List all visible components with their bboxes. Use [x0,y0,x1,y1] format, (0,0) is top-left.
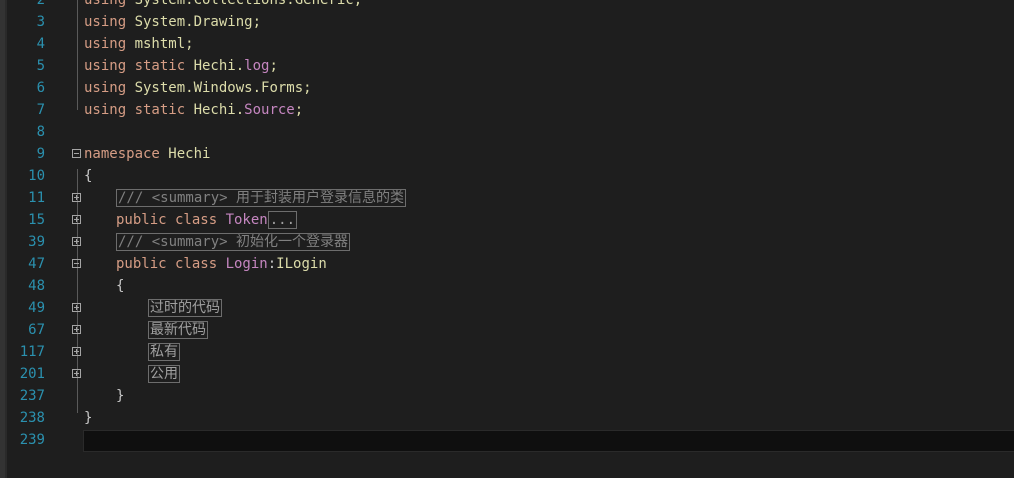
expand-icon[interactable] [72,369,81,378]
line-number: 239 [19,432,45,448]
close-brace: } [84,410,93,426]
namespace-text: System.Collections.Generic; [134,0,363,8]
line-number: 237 [19,388,45,404]
class-name: Source [244,102,295,118]
class-name: Login [225,256,268,272]
namespace-text: System.Drawing; [134,14,262,30]
line-number: 117 [19,344,45,360]
code-line[interactable]: 67 最新代码 [0,319,1014,341]
expand-icon[interactable] [72,193,81,202]
expand-icon[interactable] [72,347,81,356]
line-number: 11 [28,190,45,206]
line-number: 5 [36,58,45,74]
line-number: 67 [28,322,45,338]
interface-name: ILogin [276,256,327,272]
keyword-public-class: public class [116,212,226,228]
line-number: 10 [28,168,45,184]
code-line[interactable]: 7 using static Hechi.Source; [0,99,1014,121]
keyword-public-class: public class [116,256,226,272]
collapsed-region[interactable]: 公用 [148,365,180,383]
collapse-icon[interactable] [72,149,81,158]
line-number: 9 [36,146,45,162]
expand-icon[interactable] [72,215,81,224]
code-line[interactable]: 8 [0,121,1014,143]
colon: : [267,256,277,272]
namespace-text: Hechi. [193,102,245,118]
expand-icon[interactable] [72,303,81,312]
code-line[interactable]: 48 { [0,275,1014,297]
keyword-using: using [84,80,135,96]
keyword-using: using [84,36,135,52]
line-number: 47 [28,256,45,272]
collapsed-summary-comment[interactable]: /// <summary> 用于封装用户登录信息的类 [116,189,407,207]
class-name: log [244,58,270,74]
namespace-text: System.Windows.Forms; [134,80,312,96]
code-line[interactable]: 47 public class Login:ILogin [0,253,1014,275]
keyword-using: using [84,0,135,8]
collapsed-region[interactable]: 私有 [148,343,180,361]
close-brace: } [116,388,125,404]
code-line[interactable]: 238 } [0,407,1014,429]
namespace-text: mshtml; [134,36,194,52]
namespace-text: Hechi. [193,58,245,74]
code-line[interactable]: 2 using System.Collections.Generic; [0,0,1014,11]
line-number: 49 [28,300,45,316]
code-line[interactable]: 237 } [0,385,1014,407]
keyword-namespace: namespace [84,146,169,162]
collapsed-region[interactable]: 最新代码 [148,321,208,339]
code-line[interactable]: 201 公用 [0,363,1014,385]
code-line[interactable]: 15 public class Token... [0,209,1014,231]
open-brace: { [116,278,125,294]
line-number: 2 [36,0,45,8]
code-line[interactable]: 39 /// <summary> 初始化一个登录器 [0,231,1014,253]
semicolon: ; [269,58,278,74]
expand-icon[interactable] [72,325,81,334]
collapse-icon[interactable] [72,259,81,268]
code-line[interactable]: 49 过时的代码 [0,297,1014,319]
class-name: Token [225,212,268,228]
code-line[interactable]: 5 using static Hechi.log; [0,55,1014,77]
line-number: 7 [36,102,45,118]
current-line-highlight[interactable] [83,430,1014,452]
line-number: 201 [19,366,45,382]
collapsed-summary-comment[interactable]: /// <summary> 初始化一个登录器 [116,233,351,251]
line-number: 15 [28,212,45,228]
code-line[interactable]: 11 /// <summary> 用于封装用户登录信息的类 [0,187,1014,209]
open-brace: { [84,168,93,184]
keyword-using: using [84,14,135,30]
line-number: 4 [36,36,45,52]
code-line[interactable]: 117 私有 [0,341,1014,363]
line-number: 39 [28,234,45,250]
code-line[interactable]: 6 using System.Windows.Forms; [0,77,1014,99]
code-line[interactable]: 4 using mshtml; [0,33,1014,55]
namespace-name: Hechi [168,146,211,162]
collapsed-ellipsis[interactable]: ... [267,211,298,229]
line-number: 6 [36,80,45,96]
code-line[interactable]: 9 namespace Hechi [0,143,1014,165]
line-number: 3 [36,14,45,30]
keyword-using-static: using static [84,58,194,74]
code-line[interactable]: 3 using System.Drawing; [0,11,1014,33]
keyword-using-static: using static [84,102,194,118]
line-number: 48 [28,278,45,294]
collapsed-region[interactable]: 过时的代码 [148,299,222,317]
line-number: 238 [19,410,45,426]
expand-icon[interactable] [72,237,81,246]
line-number: 8 [36,124,45,140]
code-line[interactable]: 10 { [0,165,1014,187]
